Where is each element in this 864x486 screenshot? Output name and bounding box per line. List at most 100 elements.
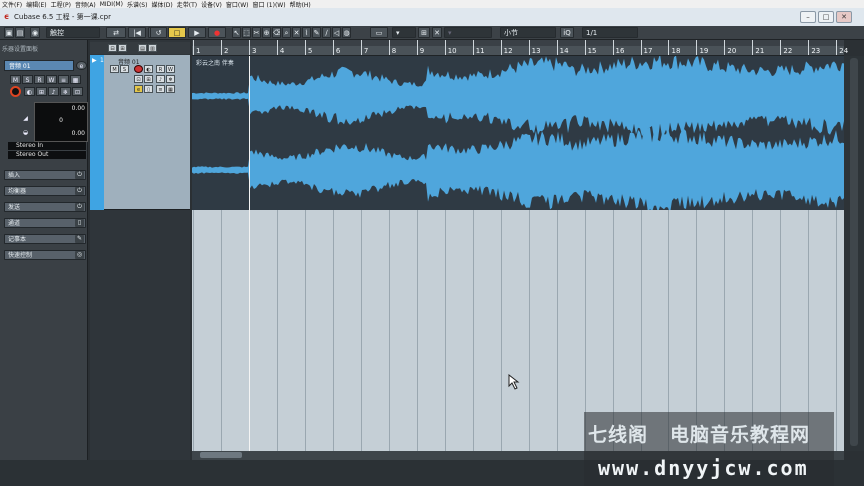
menu-item[interactable]: 设备(V) <box>201 0 222 9</box>
inspector-track-name[interactable]: 音频 01 <box>4 60 74 71</box>
track-color-button[interactable]: ▦ <box>70 75 81 84</box>
project-cursor[interactable] <box>249 56 250 451</box>
track-freeze-button[interactable]: ❄ <box>166 75 175 83</box>
track-lock-button[interactable]: ⊞ <box>144 75 153 83</box>
output-routing[interactable]: Stereo Out <box>8 151 86 159</box>
timebase-button[interactable]: ♪ <box>48 87 59 96</box>
iq-button[interactable]: iQ <box>560 27 574 38</box>
track-channel-button[interactable]: ▯ <box>144 85 153 93</box>
quick-controls-icon[interactable]: ◎ <box>75 251 84 259</box>
menu-item[interactable]: 编辑(E) <box>26 0 46 9</box>
freeze-button[interactable]: ❄ <box>60 87 71 96</box>
play-button[interactable]: ▶ <box>188 27 206 38</box>
zoom-tool-icon[interactable]: ⌕ <box>282 27 291 38</box>
channel-icon[interactable]: ▯ <box>75 219 84 227</box>
split-tool-icon[interactable]: ✂ <box>252 27 261 38</box>
track-edit-icon[interactable]: e <box>76 61 87 70</box>
color-tool-icon[interactable]: ◍ <box>342 27 351 38</box>
grid-type-select[interactable]: ▾ <box>444 27 492 38</box>
stop-button[interactable]: □ <box>168 27 186 38</box>
menu-item[interactable]: 乐谱(S) <box>127 0 148 9</box>
play-tool-icon[interactable]: ◁ <box>332 27 341 38</box>
edit-channel-button[interactable]: ⊡ <box>72 87 83 96</box>
snap-type-select[interactable]: 小节 <box>500 27 556 38</box>
section-notepad[interactable]: 记事本 ✎ <box>4 234 86 244</box>
write-automation-button[interactable]: W <box>46 75 57 84</box>
track-mute-button[interactable]: M <box>110 65 119 73</box>
bypass-icon[interactable]: ⏻ <box>75 171 84 179</box>
read-automation-button[interactable]: R <box>34 75 45 84</box>
menu-item[interactable]: 窗口 (1)(W) <box>253 0 286 9</box>
track-edit-button[interactable]: e <box>134 85 143 93</box>
range-tool-icon[interactable]: ⬚ <box>242 27 251 38</box>
notepad-icon[interactable]: ✎ <box>75 235 84 243</box>
vertical-scrollbar[interactable] <box>844 56 864 451</box>
arrange-area[interactable]: 彩云之南 伴奏 <box>192 56 844 451</box>
cycle-button[interactable]: ↺ <box>150 27 167 38</box>
menu-item[interactable]: 工程(P) <box>51 0 71 9</box>
constrain-delay-button[interactable]: ⇄ <box>106 27 126 38</box>
menu-item[interactable]: 音频(A) <box>75 0 96 9</box>
track-timebase-button[interactable]: ♪ <box>156 75 165 83</box>
inspector-toggle-button[interactable]: ▣ <box>4 27 14 38</box>
snap-mode-select[interactable]: ▾ <box>392 27 416 38</box>
track-lanes-display-button[interactable]: ▦ <box>166 85 175 93</box>
info-line-toggle-button[interactable]: ▤ <box>15 27 25 38</box>
expand-tracks-icon[interactable]: ⊞ <box>118 44 127 52</box>
fold-tracks-icon[interactable]: ⊟ <box>108 44 117 52</box>
menu-item[interactable]: 文件(F) <box>2 0 22 9</box>
maximize-button[interactable]: □ <box>818 11 834 23</box>
erase-tool-icon[interactable]: ⌫ <box>272 27 281 38</box>
section-quick-controls[interactable]: 快速控制 ◎ <box>4 250 86 260</box>
quantize-preset-select[interactable]: 1/1 <box>582 27 638 38</box>
vertical-zoom-slider[interactable] <box>850 58 858 446</box>
section-inserts[interactable]: 插入 ⏻ <box>4 170 86 180</box>
record-enable-button[interactable] <box>10 86 21 97</box>
object-selection-tool-icon[interactable]: ↖ <box>232 27 241 38</box>
track-solo-button[interactable]: S <box>120 65 129 73</box>
menu-item[interactable]: 帮助(H) <box>290 0 311 9</box>
track-record-button[interactable] <box>134 65 143 73</box>
track-write-button[interactable]: W <box>166 65 175 73</box>
track-lanes-button[interactable]: ⊡ <box>134 75 143 83</box>
timeline-ruler[interactable]: 1 2 3 4 5 6 7 8 9 10 11 12 13 14 15 16 17 18 19 20 21 22 23 24 <box>192 40 848 56</box>
lock-button[interactable]: ⊞ <box>36 87 47 96</box>
lanes-button[interactable]: ≡ <box>58 75 69 84</box>
snap-on-off-button[interactable]: ⊞ <box>418 27 430 38</box>
menu-item[interactable]: 媒体(D) <box>151 0 172 9</box>
menu-item[interactable]: 窗口(W) <box>226 0 249 9</box>
track-list-solo-icon[interactable]: ▥ <box>148 44 157 52</box>
mute-button[interactable]: M <box>10 75 21 84</box>
track-read-button[interactable]: R <box>156 65 165 73</box>
close-button[interactable]: ✕ <box>836 11 852 23</box>
track-list-mute-icon[interactable]: ▤ <box>138 44 147 52</box>
draw-tool-icon[interactable]: ✎ <box>312 27 321 38</box>
input-routing[interactable]: Stereo In <box>8 142 86 150</box>
track-monitor-button[interactable]: ◐ <box>144 65 153 73</box>
volume-pan-display[interactable]: 0.00 0 0.00 <box>34 102 88 142</box>
time-warp-tool-icon[interactable]: ⌇ <box>302 27 311 38</box>
mute-tool-icon[interactable]: ✕ <box>292 27 301 38</box>
overview-toggle-button[interactable]: ◉ <box>30 27 40 38</box>
section-channel[interactable]: 通道 ▯ <box>4 218 86 228</box>
section-eq[interactable]: 均衡器 ⏻ <box>4 186 86 196</box>
line-tool-icon[interactable]: ∕ <box>322 27 331 38</box>
record-button[interactable]: ● <box>208 27 226 38</box>
loop-range-strip[interactable] <box>192 40 844 46</box>
track-automation-button[interactable]: ≡ <box>156 85 165 93</box>
solo-button[interactable]: S <box>22 75 33 84</box>
monitor-button[interactable]: ◐ <box>24 87 35 96</box>
go-to-start-button[interactable]: |◀ <box>128 27 146 38</box>
section-sends[interactable]: 发送 ⏻ <box>4 202 86 212</box>
bypass-icon[interactable]: ⏻ <box>75 187 84 195</box>
automation-mode-select[interactable]: 触控 <box>46 27 100 38</box>
bypass-icon[interactable]: ⏻ <box>75 203 84 211</box>
track-row[interactable]: ▶ 1 音频 01 M S ◐ R W ⊡ ⊞ ♪ ❄ e ▯ ≡ ▦ <box>90 55 190 210</box>
minimize-button[interactable]: – <box>800 11 816 23</box>
snap-to-zero-button[interactable]: ✕ <box>432 27 442 38</box>
menu-item[interactable]: 走带(T) <box>177 0 197 9</box>
horizontal-scroll-thumb[interactable] <box>200 452 242 458</box>
menu-item[interactable]: MIDI(M) <box>100 1 123 8</box>
glue-tool-icon[interactable]: ⊕ <box>262 27 271 38</box>
autoscroll-button[interactable]: ▭ <box>370 27 388 38</box>
